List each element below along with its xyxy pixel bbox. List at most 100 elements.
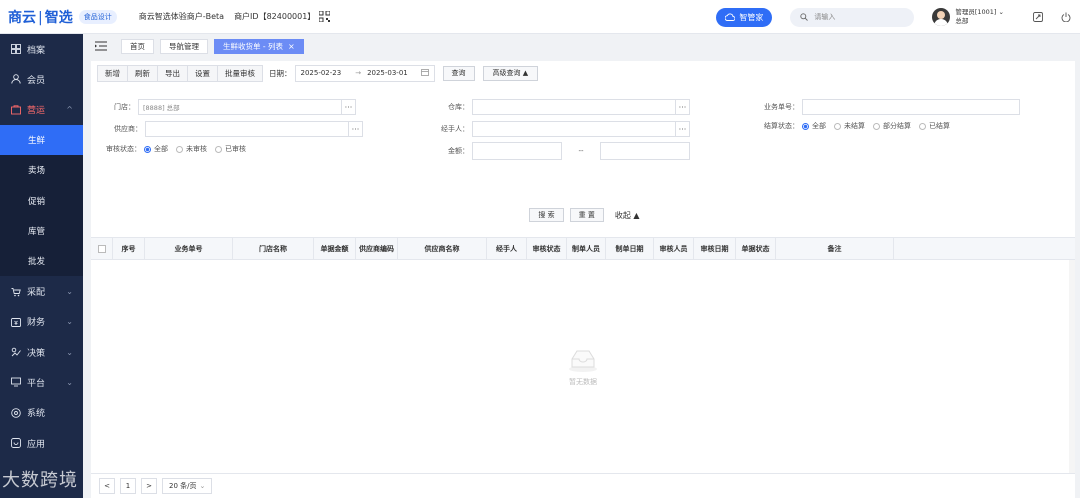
system-icon [10, 407, 22, 419]
col-header[interactable]: 备注 [776, 238, 894, 259]
user-store: 总部 [955, 17, 969, 25]
amount-min-field[interactable] [472, 142, 562, 160]
member-icon [10, 73, 22, 85]
warehouse-label: 仓库： [448, 103, 469, 111]
fullscreen-icon[interactable] [1024, 12, 1052, 22]
cloud-icon [725, 13, 736, 21]
assistant-button[interactable]: 智管家 [716, 7, 773, 27]
sidebar-subitem-fresh[interactable]: 生鲜 [0, 124, 83, 156]
col-header[interactable]: 序号 [113, 238, 145, 259]
next-page-button[interactable]: > [141, 478, 157, 494]
tab-nav-manage[interactable]: 导航管理 [160, 38, 208, 54]
store-label: 门店： [114, 103, 135, 111]
empty-state: 暂无数据 [91, 260, 1075, 474]
add-button[interactable]: 新增 [98, 65, 128, 81]
sidebar-item-member[interactable]: 会员 [0, 64, 83, 94]
supplier-field[interactable]: ··· [145, 121, 363, 137]
refresh-button[interactable]: 刷新 [128, 65, 158, 81]
chevron-down-icon: ⌄ [66, 287, 73, 297]
select-all-checkbox[interactable] [91, 238, 113, 259]
close-icon[interactable]: × [288, 42, 295, 51]
col-header[interactable]: 供应商编码 [356, 238, 398, 259]
col-header[interactable]: 审核人员 [654, 238, 694, 259]
sidebar-subitem-promotion[interactable]: 促销 [0, 185, 83, 216]
amount-label: 金额： [448, 147, 469, 155]
sidebar-subitem-wholesale[interactable]: 批发 [0, 246, 83, 277]
reset-button[interactable]: 重 置 [569, 208, 604, 222]
calendar-icon [420, 68, 429, 78]
sidebar-subitem-inventory[interactable]: 库管 [0, 215, 83, 247]
page-size-select[interactable]: 20 条/页 ⌄ [162, 478, 213, 494]
settle-radio-settled[interactable]: 已结算 [919, 121, 950, 131]
sidebar-item-operation[interactable]: 营运 ^ [0, 95, 83, 125]
date-range-picker[interactable]: 2025-02-23 → 2025-03-01 [294, 64, 435, 82]
store-field[interactable]: [8888] 总部 ··· [138, 99, 356, 115]
sidebar-item-decision[interactable]: 决策 ⌄ [0, 337, 83, 367]
settle-radio-unsettled[interactable]: 未结算 [834, 121, 865, 131]
sidebar-item-purchase[interactable]: 采配 ⌄ [0, 276, 83, 306]
col-header[interactable]: 审核日期 [694, 238, 736, 259]
user-menu[interactable]: 管理员[1001] ⌄ 总部 [932, 8, 1004, 26]
more-icon[interactable]: ··· [348, 122, 362, 136]
more-icon[interactable]: ··· [675, 122, 689, 136]
content-panel: 新增 刷新 导出 设置 批量审核 日期： 2025-02-23 → 2025-0… [91, 61, 1075, 498]
sidebar-item-label: 平台 [27, 378, 46, 389]
chevron-down-icon: ⌄ [66, 347, 73, 357]
settle-radio-all[interactable]: 全部 [802, 121, 826, 131]
sidebar-item-label: 财务 [27, 318, 46, 329]
filter-form: 门店： [8888] 总部 ··· 仓库： ··· 业务单号： 供应商： ···… [91, 95, 1075, 187]
review-radio-reviewed[interactable]: 已审核 [215, 144, 246, 154]
power-icon[interactable] [1052, 12, 1080, 22]
export-button[interactable]: 导出 [158, 65, 188, 81]
advanced-query-button[interactable]: 高级查询 ▲ [482, 65, 539, 81]
col-header[interactable]: 制单日期 [606, 238, 654, 259]
col-header[interactable]: 制单人员 [567, 238, 606, 259]
settle-status-label: 结算状态： [764, 122, 799, 130]
query-button[interactable]: 查询 [442, 65, 475, 81]
chevron-down-icon: ⌄ [66, 317, 73, 327]
vertical-scrollbar[interactable] [1069, 260, 1075, 474]
tab-fresh-receipt[interactable]: 生鲜收货单 - 列表 × [214, 38, 304, 54]
settings-button[interactable]: 设置 [188, 65, 218, 81]
col-header[interactable]: 审核状态 [527, 238, 567, 259]
prev-page-button[interactable]: < [99, 478, 115, 494]
col-header[interactable]: 单据金额 [314, 238, 356, 259]
warehouse-field[interactable]: ··· [472, 99, 690, 115]
review-radio-all[interactable]: 全部 [144, 144, 168, 154]
handler-field[interactable]: ··· [472, 121, 690, 137]
handler-label: 经手人： [441, 125, 469, 133]
col-header[interactable]: 业务单号 [145, 238, 233, 259]
settle-radio-partial[interactable]: 部分结算 [873, 121, 911, 131]
col-header[interactable]: 经手人 [487, 238, 527, 259]
sidebar-subitem-store[interactable]: 卖场 [0, 155, 83, 186]
empty-text: 暂无数据 [569, 378, 597, 386]
page-number[interactable]: 1 [120, 478, 136, 494]
search-button[interactable]: 搜 索 [529, 208, 564, 222]
sidebar-item-finance[interactable]: 财务 ⌄ [0, 307, 83, 337]
biz-no-field[interactable] [802, 99, 1020, 115]
menu-toggle-icon[interactable] [87, 41, 115, 51]
logo[interactable]: 商云 | 智选 食品设计 [8, 7, 117, 27]
col-header[interactable]: 供应商名称 [398, 238, 487, 259]
col-header[interactable]: 门店名称 [233, 238, 314, 259]
pagination: < 1 > 20 条/页 ⌄ [91, 473, 1075, 498]
tab-label: 生鲜收货单 - 列表 [223, 41, 283, 51]
review-radio-unreviewed[interactable]: 未审核 [176, 144, 207, 154]
sidebar-item-archive[interactable]: 档案 [0, 34, 83, 64]
more-icon[interactable]: ··· [341, 100, 355, 114]
collapse-button[interactable]: 收起 ▲ [615, 210, 640, 221]
more-icon[interactable]: ··· [675, 100, 689, 114]
page-size-value: 20 条/页 [169, 482, 197, 490]
merchant-name: 商云智选体验商户-Beta [138, 12, 225, 21]
col-header[interactable]: 单据状态 [736, 238, 776, 259]
finance-icon [10, 316, 22, 328]
sidebar-item-app[interactable]: 应用 [0, 428, 83, 458]
qr-code-icon[interactable] [318, 10, 331, 23]
amount-max-field[interactable] [600, 142, 690, 160]
sidebar-item-system[interactable]: 系统 [0, 398, 83, 428]
sidebar-item-platform[interactable]: 平台 ⌄ [0, 367, 83, 397]
tab-home[interactable]: 首页 [121, 38, 154, 54]
search-input[interactable]: 请输入 [790, 7, 915, 27]
purchase-icon [10, 286, 22, 298]
batch-review-button[interactable]: 批量审核 [218, 65, 262, 81]
